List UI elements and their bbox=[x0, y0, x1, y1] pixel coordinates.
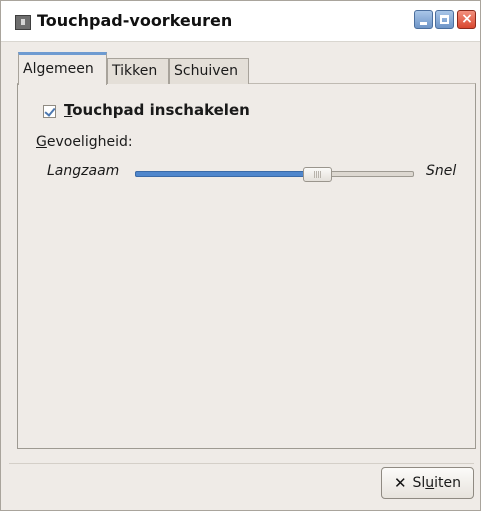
maximize-icon bbox=[440, 15, 449, 24]
slider-handle[interactable] bbox=[303, 167, 332, 182]
enable-touchpad-label[interactable]: Touchpad inschakelen bbox=[64, 101, 250, 119]
enable-touchpad-checkbox[interactable] bbox=[43, 105, 56, 118]
slider-fill bbox=[135, 171, 305, 177]
minimize-button[interactable] bbox=[414, 10, 433, 29]
slider-min-label: Langzaam bbox=[47, 163, 120, 179]
label-rest: ouchpad inschakelen bbox=[72, 101, 250, 119]
mnemonic-t: T bbox=[64, 101, 73, 119]
footer-separator bbox=[9, 463, 474, 464]
sensitivity-label: Gevoeligheid: bbox=[36, 134, 133, 150]
close-label-pre: Sl bbox=[412, 475, 426, 491]
mnemonic-g: G bbox=[36, 134, 47, 150]
close-button-label: Sluiten bbox=[413, 475, 462, 491]
close-button[interactable]: ✕ Sluiten bbox=[381, 467, 474, 499]
window-close-button[interactable]: × bbox=[457, 10, 476, 29]
close-icon: × bbox=[461, 11, 473, 27]
mnemonic-u: u bbox=[425, 475, 435, 491]
tab-schuiven[interactable]: Schuiven bbox=[169, 58, 249, 84]
touchpad-app-icon bbox=[15, 15, 31, 30]
tab-tikken[interactable]: Tikken bbox=[107, 58, 169, 84]
tab-algemeen[interactable]: Algemeen bbox=[18, 52, 107, 85]
close-label-post: iten bbox=[434, 475, 462, 491]
x-close-icon: ✕ bbox=[393, 474, 407, 492]
slider-max-label: Snel bbox=[426, 163, 457, 179]
label-rest: evoeligheid: bbox=[46, 134, 133, 150]
sensitivity-slider[interactable] bbox=[135, 167, 414, 183]
maximize-button[interactable] bbox=[435, 10, 454, 29]
minimize-icon bbox=[420, 22, 427, 25]
touchpad-preferences-window: Touchpad-voorkeuren × Algemeen Tikken Sc… bbox=[0, 0, 481, 511]
title-bar[interactable]: Touchpad-voorkeuren × bbox=[1, 1, 480, 42]
window-title: Touchpad-voorkeuren bbox=[37, 11, 233, 30]
